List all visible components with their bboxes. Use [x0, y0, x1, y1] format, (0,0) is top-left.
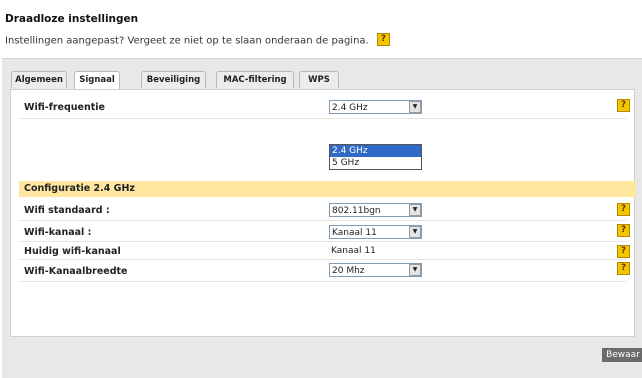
help-icon[interactable]: ? — [617, 224, 630, 237]
page-subtitle-row: Instellingen aangepast? Vergeet ze niet … — [5, 33, 390, 47]
help-icon[interactable]: ? — [617, 262, 630, 275]
help-icon[interactable]: ? — [617, 99, 630, 112]
standard-label: Wifi standaard : — [24, 205, 110, 216]
bandwidth-row: Wifi-Kanaalbreedte 20 Mhz ▼ ? — [19, 260, 630, 282]
standard-select[interactable]: 802.11bgn ▼ — [329, 203, 422, 217]
channel-value: Kanaal 11 — [332, 228, 377, 238]
help-icon[interactable]: ? — [376, 33, 390, 46]
chevron-down-icon[interactable]: ▼ — [409, 226, 421, 238]
chevron-down-icon[interactable]: ▼ — [409, 204, 421, 216]
save-button[interactable]: Bewaar — [602, 348, 642, 362]
tab-beveiliging[interactable]: Beveiliging — [141, 71, 206, 88]
page-subtitle: Instellingen aangepast? Vergeet ze niet … — [5, 35, 369, 47]
current-channel-value: Kanaal 11 — [331, 246, 376, 256]
tab-algemeen[interactable]: Algemeen — [11, 71, 67, 88]
frequency-select[interactable]: 2.4 GHz ▼ — [329, 100, 422, 114]
frequency-dropdown-list: 2.4 GHz 5 GHz — [329, 144, 422, 170]
channel-label: Wifi-kanaal : — [24, 227, 92, 238]
chevron-down-icon[interactable]: ▼ — [409, 264, 421, 276]
help-icon[interactable]: ? — [617, 245, 630, 258]
frequency-option-2-4ghz[interactable]: 2.4 GHz — [330, 145, 421, 157]
tab-mac-filtering[interactable]: MAC-filtering — [216, 71, 294, 88]
help-icon[interactable]: ? — [617, 203, 630, 216]
frequency-label: Wifi-frequentie — [24, 102, 105, 113]
standard-row: Wifi standaard : 802.11bgn ▼ ? — [19, 200, 630, 221]
bandwidth-value: 20 Mhz — [332, 266, 365, 276]
page-title: Draadloze instellingen — [5, 13, 139, 25]
frequency-value: 2.4 GHz — [332, 103, 368, 113]
bandwidth-select[interactable]: 20 Mhz ▼ — [329, 263, 422, 277]
bandwidth-label: Wifi-Kanaalbreedte — [24, 266, 128, 277]
current-channel-row: Huidig wifi-kanaal Kanaal 11 ? — [19, 242, 630, 260]
current-channel-label: Huidig wifi-kanaal — [24, 246, 121, 257]
chevron-down-icon[interactable]: ▼ — [409, 101, 421, 113]
tab-signaal[interactable]: Signaal — [74, 71, 120, 89]
settings-panel: Algemeen Signaal Beveiliging MAC-filteri… — [2, 58, 642, 378]
tab-wps[interactable]: WPS — [299, 71, 339, 88]
channel-select[interactable]: Kanaal 11 ▼ — [329, 225, 422, 239]
channel-row: Wifi-kanaal : Kanaal 11 ▼ ? — [19, 221, 630, 242]
frequency-row: Wifi-frequentie 2.4 GHz ▼ ? — [19, 96, 630, 119]
config-section-header: Configuratie 2.4 GHz — [19, 181, 636, 197]
standard-value: 802.11bgn — [332, 206, 381, 216]
frequency-option-5ghz[interactable]: 5 GHz — [330, 157, 421, 169]
tab-content-signaal: Wifi-frequentie 2.4 GHz ▼ ? Configuratie… — [10, 89, 636, 337]
